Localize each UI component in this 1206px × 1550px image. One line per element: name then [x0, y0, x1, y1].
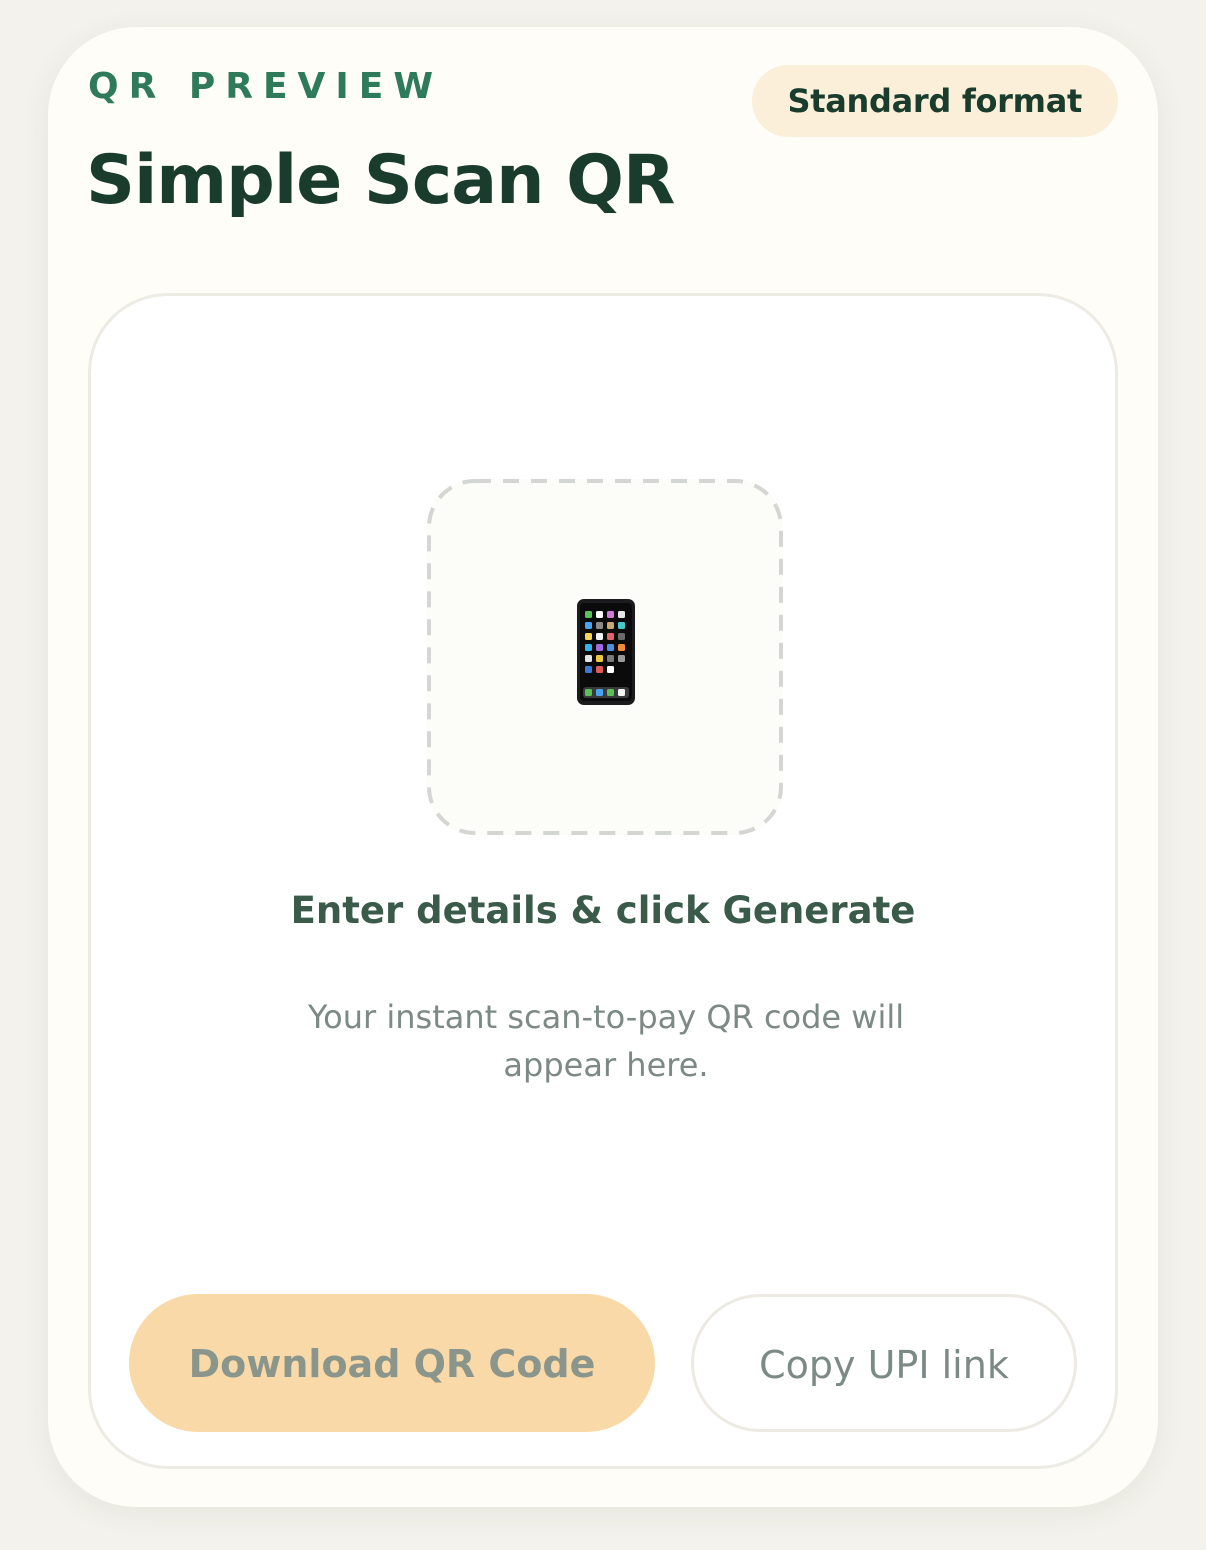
- page-title: Simple Scan QR: [86, 141, 675, 220]
- qr-placeholder: [427, 479, 783, 835]
- section-eyebrow: QR PREVIEW: [88, 66, 444, 107]
- format-badge: Standard format: [751, 65, 1118, 137]
- empty-state-description: Your instant scan-to-pay QR code will ap…: [307, 998, 905, 1084]
- mobile-phone-icon: [577, 599, 635, 705]
- qr-preview-area: Enter details & click Generate Your inst…: [88, 293, 1118, 1469]
- qr-preview-card: QR PREVIEW Simple Scan QR Standard forma…: [48, 27, 1158, 1507]
- copy-upi-link-button[interactable]: Copy UPI link: [691, 1294, 1077, 1432]
- download-qr-button[interactable]: Download QR Code: [129, 1294, 655, 1432]
- empty-state-heading: Enter details & click Generate: [290, 889, 916, 932]
